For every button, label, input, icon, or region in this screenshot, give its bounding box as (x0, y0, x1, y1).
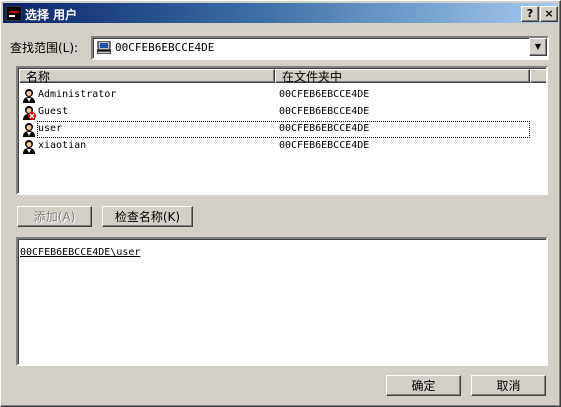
ok-button[interactable]: 确定 (386, 375, 461, 396)
user-name: Guest (38, 106, 69, 117)
add-button[interactable]: 添加(A) (17, 206, 92, 227)
user-icon (23, 89, 35, 103)
check-names-button[interactable]: 检查名称(K) (102, 206, 193, 227)
list-item[interactable]: xiaotian 00CFEB6EBCCE4DE (19, 138, 529, 155)
selected-names-textbox[interactable]: 00CFEB6EBCCE4DE\user (16, 237, 548, 366)
app-icon (6, 6, 22, 21)
user-name: Administrator (38, 89, 117, 100)
column-header-folder[interactable]: 在文件夹中 (275, 69, 530, 84)
user-folder: 00CFEB6EBCCE4DE (279, 89, 370, 100)
users-list[interactable]: 名称 在文件夹中 Administrator 00CFEB6EBCCE4DE G… (16, 66, 548, 195)
selected-name-link[interactable]: 00CFEB6EBCCE4DE\user (20, 247, 140, 258)
look-in-combobox[interactable]: 00CFEB6EBCCE4DE ▼ (91, 36, 549, 60)
title-bar[interactable]: 选择 用户 ? × (3, 3, 558, 23)
list-item[interactable]: Guest 00CFEB6EBCCE4DE (19, 104, 529, 121)
computer-icon (97, 41, 111, 54)
help-button[interactable]: ? (521, 6, 539, 22)
column-header-filler (530, 69, 546, 83)
list-item-selected[interactable]: user 00CFEB6EBCCE4DE (19, 121, 530, 138)
user-folder: 00CFEB6EBCCE4DE (279, 123, 370, 134)
user-name: xiaotian (38, 140, 87, 151)
close-button[interactable]: × (540, 6, 558, 22)
list-item[interactable]: Administrator 00CFEB6EBCCE4DE (19, 87, 529, 104)
column-header-name[interactable]: 名称 (19, 69, 275, 84)
disabled-user-icon (23, 106, 36, 120)
list-header: 名称 在文件夹中 (19, 69, 546, 85)
user-folder: 00CFEB6EBCCE4DE (279, 106, 370, 117)
window-title: 选择 用户 (25, 8, 78, 22)
user-icon (23, 140, 35, 154)
chevron-down-icon[interactable]: ▼ (529, 38, 547, 56)
select-user-dialog: 选择 用户 ? × 查找范围(L): 00CFEB6EBCCE4DE ▼ 名称 … (0, 0, 561, 407)
user-name: user (38, 123, 63, 134)
user-icon (23, 123, 35, 137)
look-in-label: 查找范围(L): (10, 41, 79, 55)
cancel-button[interactable]: 取消 (471, 375, 546, 396)
look-in-value: 00CFEB6EBCCE4DE (115, 41, 215, 54)
user-folder: 00CFEB6EBCCE4DE (279, 140, 370, 151)
